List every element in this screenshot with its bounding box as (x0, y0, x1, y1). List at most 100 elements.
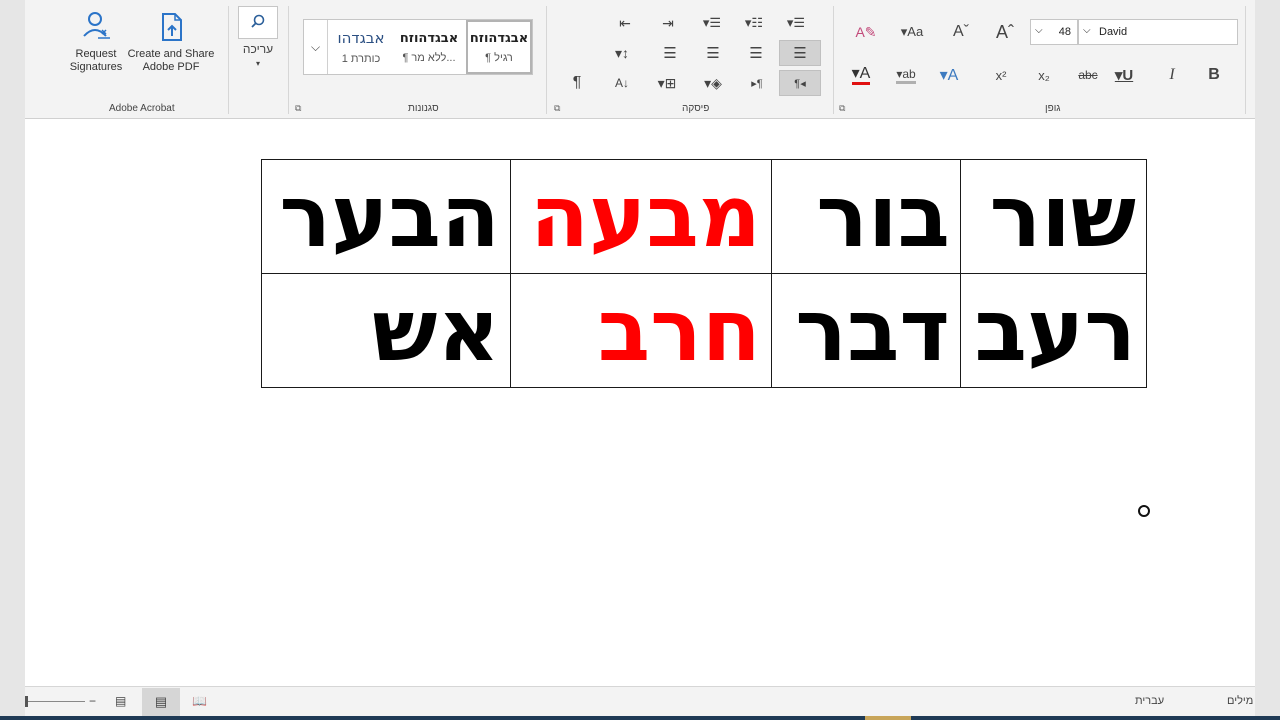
language-indicator[interactable]: עברית (1135, 695, 1164, 707)
shrink-font-icon: Aˇ (953, 23, 969, 40)
window-left-margin (0, 0, 25, 720)
increase-indent-button[interactable]: ⇥ (657, 12, 679, 34)
word-table[interactable]: שור בור מבעה הבער רעב דבר חרב אש (261, 159, 1147, 388)
print-layout-button[interactable]: ▤ (142, 688, 180, 716)
table-cell[interactable]: אש (261, 273, 511, 388)
font-name-dropdown[interactable]: ⌵ David (1078, 19, 1238, 45)
find-button[interactable] (238, 6, 278, 39)
text-effects-button[interactable]: ▾A (933, 62, 965, 88)
superscript-button[interactable]: x² (989, 62, 1013, 88)
table-cell[interactable]: דבר (771, 273, 961, 388)
table-cell[interactable]: בור (771, 159, 961, 274)
subscript-button[interactable]: x₂ (1032, 62, 1056, 88)
show-formatting-marks-button[interactable]: ¶ (567, 72, 587, 94)
subscript-icon: x₂ (1038, 67, 1050, 83)
line-spacing-button[interactable]: ▾↕ (607, 42, 637, 64)
underline-button[interactable]: ▾U (1109, 62, 1139, 88)
chevron-down-icon: ⌵ (1035, 25, 1043, 36)
chevron-down-icon: ⌵ (1083, 25, 1091, 36)
style-name: ¶ רגיל (485, 51, 513, 64)
pilcrow-icon: ¶ (572, 74, 582, 91)
adobe-acrobat-group-label: Adobe Acrobat (109, 103, 175, 114)
align-left-button[interactable]: ☰ (702, 42, 724, 64)
align-right-icon: ☰ (793, 45, 807, 62)
table-cell[interactable]: הבער (261, 159, 511, 274)
taskbar-strip (0, 716, 1280, 720)
sort-button[interactable]: A↓ (611, 72, 633, 94)
numbering-icon: ▾☷ (744, 15, 764, 30)
create-share-pdf-button[interactable]: Create and Share Adobe PDF (125, 10, 217, 74)
text-effects-icon: ▾A (939, 67, 959, 84)
zoom-slider-thumb[interactable] (25, 696, 28, 707)
sort-icon: A↓ (614, 76, 629, 90)
styles-more-button[interactable]: ⌵ (304, 20, 328, 74)
strikethrough-button[interactable]: abc (1073, 62, 1103, 88)
style-heading-1[interactable]: אבגדהו כותרת 1 (330, 20, 392, 74)
read-mode-button[interactable]: 📖 (192, 694, 207, 708)
borders-button[interactable]: ▾⊞ (647, 72, 687, 94)
eraser-icon: A✎ (855, 23, 877, 40)
zoom-out-button[interactable]: − (89, 694, 96, 708)
line-spacing-icon: ▾↕ (614, 44, 630, 61)
numbering-button[interactable]: ▾☷ (737, 12, 771, 34)
font-color-button[interactable]: ▾A (843, 62, 879, 88)
style-sample: אבגדהוזח (469, 30, 529, 46)
align-center-button[interactable]: ☰ (745, 42, 767, 64)
grow-font-icon: Aˆ (996, 21, 1014, 42)
styles-dialog-launcher-icon[interactable]: ⧉ (295, 104, 301, 114)
web-layout-button[interactable]: ▤ (115, 694, 126, 708)
table-cell[interactable]: שור (960, 159, 1147, 274)
font-size-value: 48 (1058, 26, 1071, 38)
window-right-margin (1255, 0, 1280, 720)
styles-gallery: ⌵ אבגדהו כותרת 1 אבגדהוזח ¶ ללא מר... אב… (303, 19, 533, 75)
shading-button[interactable]: ▾◈ (693, 72, 733, 94)
rtl-direction-button[interactable]: ¶◂ (779, 70, 821, 96)
request-signatures-label: Request Signatures (69, 48, 123, 73)
font-size-dropdown[interactable]: ⌵ 48 (1030, 19, 1078, 45)
paint-bucket-icon: ▾◈ (704, 74, 722, 91)
table-cell[interactable]: רעב (960, 273, 1147, 388)
font-dialog-launcher-icon[interactable]: ⧉ (839, 104, 845, 114)
decrease-indent-icon: ⇤ (619, 14, 631, 31)
table-cell[interactable]: חרב (510, 273, 772, 388)
multilevel-list-button[interactable]: ▾☰ (695, 12, 729, 34)
style-normal[interactable]: אבגדהוזח ¶ רגיל (466, 20, 532, 74)
decrease-indent-button[interactable]: ⇤ (614, 12, 636, 34)
change-case-button[interactable]: ▾Aa (895, 20, 929, 44)
create-pdf-icon (162, 13, 182, 41)
ribbon-separator (546, 6, 547, 114)
font-name-value: David (1099, 26, 1128, 38)
italic-icon: I (1169, 66, 1175, 83)
editing-label: עריכה (242, 42, 274, 56)
text-highlight-button[interactable]: ▾ab (887, 62, 925, 88)
strikethrough-icon: abc (1078, 68, 1098, 82)
ribbon-separator (228, 6, 229, 114)
italic-button[interactable]: I (1161, 62, 1183, 88)
ribbon-separator (288, 6, 289, 114)
grow-font-button[interactable]: Aˆ (993, 20, 1017, 44)
align-right-button[interactable]: ☰ (779, 40, 821, 66)
mouse-cursor-icon (1138, 505, 1150, 517)
highlighter-icon: ▾ab (896, 67, 916, 84)
chevron-down-icon: ⌵ (310, 39, 321, 54)
font-color-icon: ▾A (851, 65, 871, 85)
bullets-button[interactable]: ▾☰ (779, 12, 813, 34)
paragraph-dialog-launcher-icon[interactable]: ⧉ (554, 104, 560, 114)
web-layout-icon: ▤ (115, 694, 127, 708)
chevron-down-icon[interactable]: ▾ (250, 58, 266, 68)
style-no-spacing[interactable]: אבגדהוזח ¶ ללא מר... (394, 20, 464, 74)
bold-button[interactable]: B (1203, 62, 1225, 88)
table-row: רעב דבר חרב אש (261, 273, 1147, 388)
shrink-font-button[interactable]: Aˇ (949, 20, 973, 44)
styles-group-label: סגנונות (408, 103, 439, 114)
ltr-direction-button[interactable]: ▸¶ (743, 72, 771, 94)
table-cell[interactable]: מבעה (510, 159, 772, 274)
document-page[interactable]: שור בור מבעה הבער רעב דבר חרב אש (25, 119, 1255, 671)
clear-formatting-button[interactable]: A✎ (853, 20, 879, 44)
align-left-icon: ☰ (706, 45, 720, 62)
justify-button[interactable]: ☰ (659, 42, 681, 64)
zoom-slider-track[interactable] (25, 701, 85, 702)
status-bar: − ▤ ▤ 📖 עברית מילים (25, 686, 1255, 717)
request-signatures-button[interactable]: Request Signatures (63, 10, 129, 74)
word-count[interactable]: מילים (1227, 695, 1253, 707)
